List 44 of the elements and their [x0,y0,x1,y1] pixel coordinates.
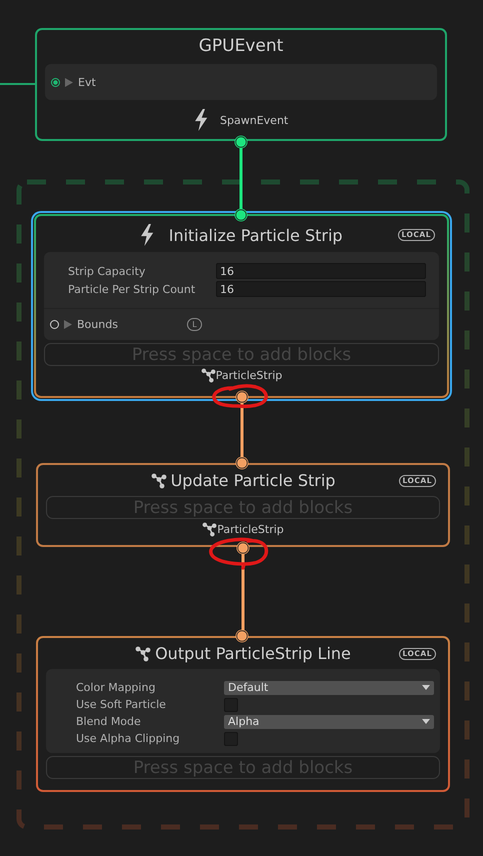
flow-wire [240,148,242,209]
event-node[interactable]: GPUEvent Evt SpawnEvent [35,28,447,141]
setting-label: Color Mapping [76,681,156,694]
expand-arrow-icon[interactable] [64,320,72,328]
annotation-scribble [212,384,268,408]
dropdown[interactable]: Alpha [224,714,434,728]
node-title: Update Particle Strip [170,471,336,490]
lightning-icon [194,109,208,131]
flow-port[interactable] [236,390,248,404]
flow-port[interactable] [234,136,248,148]
lightning-icon [140,224,155,246]
setting-label: Blend Mode [76,715,142,728]
property-label: Bounds [77,318,119,330]
dropdown[interactable]: Default [224,680,434,694]
port-label: Evt [78,76,96,88]
nodes-icon [202,522,218,537]
output-label: ParticleStrip [217,523,284,536]
number-field[interactable]: 16 [216,263,426,279]
annotation-scribble [209,538,268,570]
nodes-icon [200,368,216,383]
node-title: Initialize Particle Strip [168,226,343,244]
setting-label: Strip Capacity [68,264,146,278]
flow-port[interactable] [234,208,248,222]
space-badge: L [187,318,202,330]
setting-label: Use Alpha Clipping [76,732,181,745]
caret-icon [422,685,430,690]
nodes-icon [150,472,167,488]
input-port[interactable] [50,320,59,328]
node-title: GPUEvent [198,36,284,56]
setting-label: Particle Per Strip Count [68,282,196,296]
setting-label: Use Soft Particle [76,698,167,711]
flow-port[interactable] [236,630,248,642]
flow-wire [240,403,244,457]
number-field[interactable]: 16 [216,281,426,297]
node-title: Output ParticleStrip Line [155,644,351,663]
nodes-icon [135,646,152,662]
input-port[interactable] [51,78,60,86]
expand-arrow-icon[interactable] [65,78,73,86]
flow-port[interactable] [236,542,250,554]
output-label: SpawnEvent [220,114,288,126]
output-label: ParticleStrip [216,369,282,382]
event-wire [0,83,35,85]
caret-icon [422,719,430,724]
flow-port[interactable] [236,456,248,470]
